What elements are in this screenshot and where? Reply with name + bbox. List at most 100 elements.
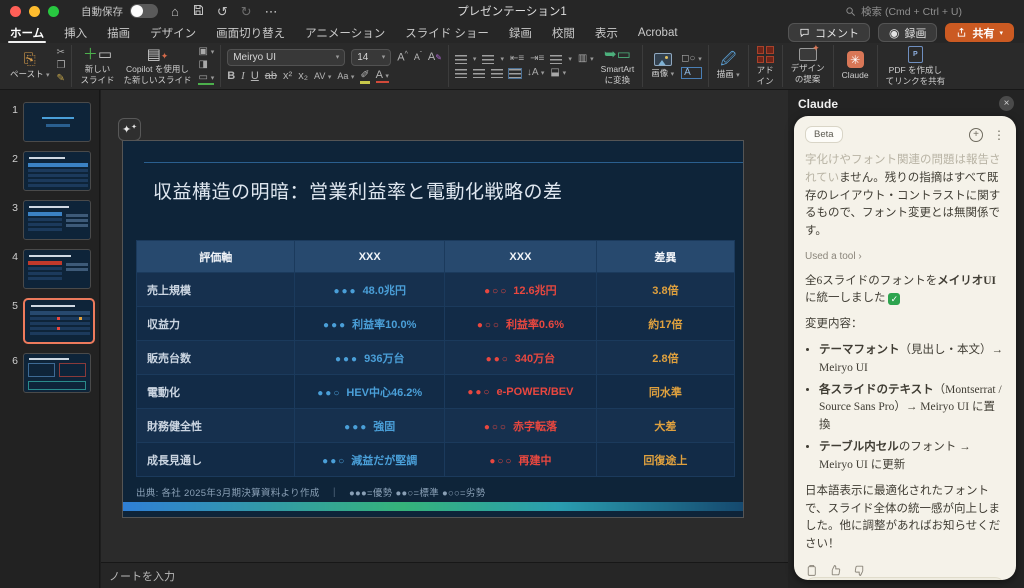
thumbnail-slide-2[interactable]: 2 [0, 151, 99, 191]
columns-icon[interactable]: ▥ ▾ [578, 54, 594, 64]
line-spacing-icon[interactable] [550, 54, 563, 64]
draw-button[interactable]: 🖉 描画 ▾ [715, 51, 742, 81]
tab-review[interactable]: 校閲 [542, 22, 585, 43]
highlight-color-icon[interactable]: ✐ [360, 69, 370, 84]
thumbs-down-icon[interactable] [853, 564, 866, 577]
design-ideas-icon [798, 43, 820, 62]
tab-transitions[interactable]: 画面切り替え [206, 22, 295, 43]
thumbnail-slide-1[interactable]: 1 [0, 102, 99, 142]
tab-view[interactable]: 表示 [585, 22, 628, 43]
slide-editing-area: ✦ ✦ 収益構造の明暗：営業利益率と電動化戦略の差 評価軸 XXX XXX 差異 … [101, 90, 788, 562]
bullets-icon[interactable] [454, 54, 467, 64]
shapes-icon[interactable]: ◻○ ▾ [681, 53, 702, 64]
comparison-table[interactable]: 評価軸 XXX XXX 差異 売上規模 ●●● 48.0兆円 ●○○ 12.6兆円 … [135, 240, 736, 477]
copy-message-icon[interactable] [805, 564, 818, 577]
close-pane-icon[interactable]: × [999, 96, 1014, 111]
character-spacing-icon[interactable]: AV ▾ [314, 72, 331, 82]
thumbs-up-icon[interactable] [829, 564, 842, 577]
autosave-toggle[interactable] [130, 4, 158, 18]
thumbnail-slide-4[interactable]: 4 [0, 249, 99, 289]
design-ideas-button[interactable]: デザイン の提案 [789, 43, 827, 84]
copy-icon[interactable]: ❐ [56, 61, 65, 71]
subscript-icon[interactable]: x₂ [298, 71, 308, 82]
underline-icon[interactable]: U [251, 71, 259, 82]
slide-canvas[interactable]: 収益構造の明暗：営業利益率と電動化戦略の差 評価軸 XXX XXX 差異 売上規… [122, 140, 744, 518]
clear-format-icon[interactable]: A✎ [428, 51, 442, 63]
thumbnail-image[interactable] [23, 298, 95, 344]
align-center-icon[interactable] [472, 68, 485, 78]
thumbnail-slide-3[interactable]: 3 [0, 200, 99, 240]
undo-icon[interactable]: ↺ [217, 5, 228, 18]
cut-icon[interactable]: ✂ [56, 48, 65, 58]
slide-title[interactable]: 収益構造の明暗：営業利益率と電動化戦略の差 [153, 177, 563, 204]
decrease-indent-icon[interactable]: ⇤≡ [510, 54, 524, 64]
save-icon[interactable] [192, 4, 204, 18]
share-button[interactable]: 共有 ▾ [945, 23, 1014, 42]
superscript-icon[interactable]: x² [283, 71, 292, 82]
reset-slide-icon[interactable]: ◨ [198, 60, 214, 70]
pdf-share-button[interactable]: P PDF を作成し てリンクを共有 [884, 45, 948, 86]
minimize-window-button[interactable] [29, 5, 40, 17]
tab-animations[interactable]: アニメーション [295, 22, 395, 43]
copilot-sparkle-button[interactable]: ✦ ✦ [118, 118, 141, 141]
table-row: 電動化 ●●○ HEV中心46.2% ●●○ e-POWER/BEV 同水準 [135, 374, 736, 409]
thumbnail-image[interactable] [23, 102, 91, 142]
strikethrough-icon[interactable]: ab [265, 71, 277, 82]
thumbnail-slide-5-selected[interactable]: 5 [0, 298, 99, 344]
claude-addin-button[interactable]: ✳ Claude [840, 50, 871, 81]
format-painter-icon[interactable]: ✎ [56, 74, 65, 84]
bold-icon[interactable]: B [227, 71, 235, 82]
notes-placeholder[interactable]: ノートを入力 [109, 568, 175, 584]
addins-button[interactable]: アド イン [755, 45, 776, 86]
font-color-icon[interactable]: A ▾ [375, 70, 389, 83]
tab-design[interactable]: デザイン [140, 22, 206, 43]
notes-pane[interactable]: ノートを入力 [101, 562, 788, 588]
record-button[interactable]: ◉ 録画 [878, 23, 938, 42]
align-left-icon[interactable] [454, 68, 467, 78]
shrink-font-icon[interactable]: Aˇ [414, 52, 422, 62]
align-text-icon[interactable]: ⬓ ▾ [550, 68, 566, 78]
comments-button[interactable]: コメント [788, 23, 870, 42]
font-name-select[interactable]: Meiryo UI ▾ [227, 48, 346, 66]
paste-button[interactable]: ⎘ ペースト ▾ [8, 51, 51, 81]
numbering-icon[interactable] [482, 54, 495, 64]
text-box-icon[interactable]: A [681, 66, 702, 79]
tab-acrobat[interactable]: Acrobat [628, 22, 688, 43]
thumbnail-image[interactable] [23, 353, 91, 393]
thumbnail-image[interactable] [23, 151, 91, 191]
thumbnail-image[interactable] [23, 200, 91, 240]
text-direction-icon[interactable]: ↓A ▾ [527, 68, 544, 78]
home-icon[interactable]: ⌂ [171, 5, 179, 18]
tab-draw[interactable]: 描画 [97, 22, 140, 43]
new-chat-icon[interactable]: + [969, 127, 983, 142]
header-axis: 評価軸 [135, 240, 296, 273]
tab-home[interactable]: ホーム [0, 22, 54, 43]
tab-slideshow[interactable]: スライド ショー [395, 22, 499, 43]
justify-icon[interactable] [507, 67, 522, 79]
smartart-button[interactable]: ➥▭ SmartArt に変換 [599, 46, 637, 85]
grow-font-icon[interactable]: A^ [397, 51, 408, 64]
table-row: 収益力 ●●● 利益率10.0% ●○○ 利益率0.6% 約17倍 [135, 306, 736, 341]
new-slide-button[interactable]: ＋▭ 新しい スライド [78, 46, 116, 85]
thumbnail-image[interactable] [23, 249, 91, 289]
search-box[interactable]: 検索 (Cmd + Ctrl + U) [845, 4, 962, 19]
font-size-select[interactable]: 14 ▾ [351, 48, 392, 66]
italic-icon[interactable]: I [241, 71, 245, 82]
more-commands-icon[interactable]: ⋯ [265, 5, 278, 18]
window-controls[interactable] [10, 5, 59, 17]
zoom-window-button[interactable] [48, 5, 59, 17]
tab-record[interactable]: 録画 [499, 22, 542, 43]
section-icon[interactable]: ▭ ▾ [198, 73, 215, 85]
picture-button[interactable]: 画像 ▾ [649, 52, 676, 80]
increase-indent-icon[interactable]: ⇥≡ [530, 54, 544, 64]
copilot-new-slide-button[interactable]: ▤✦ Copilot を使用し た新しいスライド [121, 46, 193, 85]
change-case-icon[interactable]: Aa ▾ [337, 72, 354, 82]
align-right-icon[interactable] [490, 68, 503, 78]
redo-icon[interactable]: ↻ [241, 5, 252, 18]
tab-insert[interactable]: 挿入 [54, 22, 97, 43]
close-window-button[interactable] [10, 5, 21, 17]
layout-icon[interactable]: ▣ ▾ [198, 47, 214, 57]
thumbnail-slide-6[interactable]: 6 [0, 353, 99, 393]
kebab-menu-icon[interactable]: ⋮ [993, 128, 1005, 142]
used-a-tool-toggle[interactable]: Used a tool › [805, 249, 1005, 265]
